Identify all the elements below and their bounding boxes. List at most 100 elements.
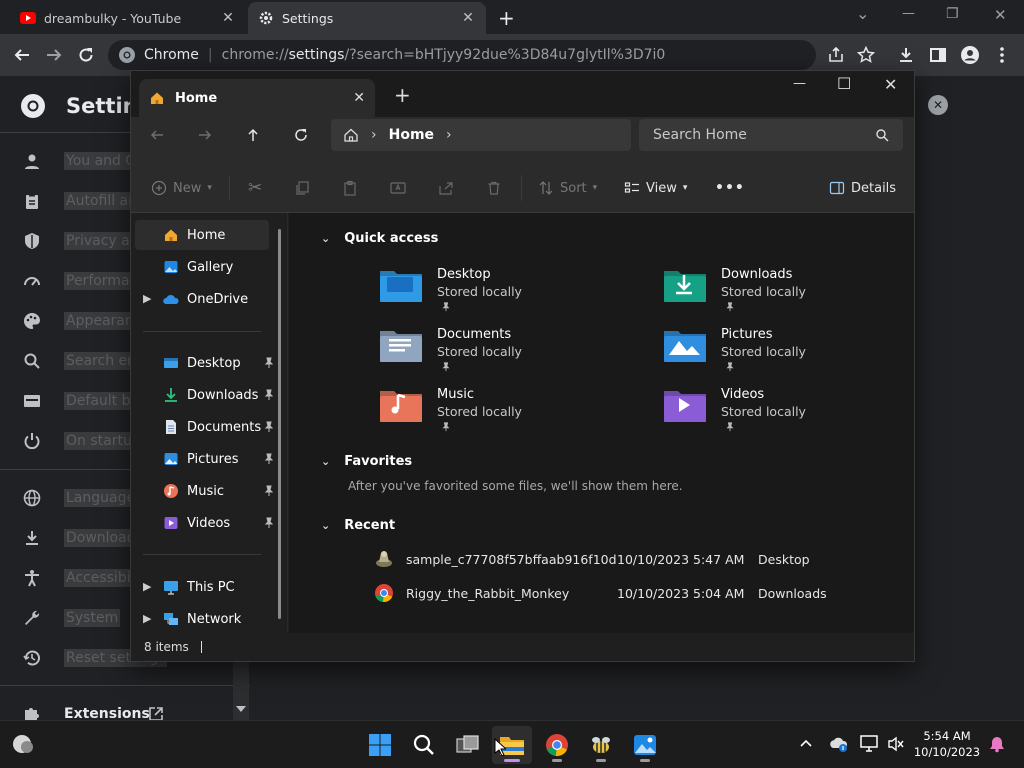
nav-item-this-pc[interactable]: ▶ This PC <box>135 572 269 602</box>
minimize-button[interactable]: — <box>793 76 806 91</box>
start-button[interactable] <box>360 726 400 764</box>
back-button[interactable] <box>8 41 36 69</box>
tab-close-button[interactable]: ✕ <box>460 10 476 26</box>
rename-button[interactable] <box>390 163 408 213</box>
search-input[interactable]: Search Home <box>639 119 903 151</box>
breadcrumb-home[interactable]: Home <box>389 127 434 143</box>
quick-access-item[interactable]: Downloads Stored locally <box>663 267 923 321</box>
desktop-folder-icon <box>380 271 422 302</box>
view-button[interactable]: View ▾ <box>624 163 687 213</box>
quick-access-item[interactable]: Videos Stored locally <box>663 387 923 441</box>
copy-button[interactable] <box>294 163 310 213</box>
list-item[interactable]: sample_c77708f57bffaab916f10d... 10/10/2… <box>374 544 844 574</box>
onedrive-tray-icon[interactable] <box>829 735 849 753</box>
tab-search-button[interactable]: ⌄ <box>856 4 869 23</box>
close-window-button[interactable]: ✕ <box>884 75 897 94</box>
rename-icon <box>390 182 406 194</box>
recent-header[interactable]: ⌄ Recent <box>321 518 395 533</box>
pin-icon[interactable] <box>263 357 275 369</box>
chevron-right-icon[interactable]: ▶ <box>143 292 151 305</box>
paste-button[interactable] <box>342 163 358 213</box>
show-hidden-icons-button[interactable] <box>799 736 813 750</box>
nav-item-documents[interactable]: Documents <box>135 412 274 442</box>
minimize-button[interactable]: — <box>902 6 915 21</box>
nav-pane-scrollbar[interactable] <box>278 229 281 619</box>
nav-item-home[interactable]: Home <box>135 220 269 250</box>
home-icon <box>165 229 177 241</box>
refresh-button[interactable] <box>293 127 309 143</box>
list-item[interactable]: Riggy_the_Rabbit_Monkey 10/10/2023 5:04 … <box>374 578 844 608</box>
reload-button[interactable] <box>72 41 100 69</box>
profile-button[interactable] <box>956 41 984 69</box>
pin-icon[interactable] <box>263 517 275 529</box>
nav-item-onedrive[interactable]: ▶ OneDrive <box>135 284 269 314</box>
nav-item-music[interactable]: Music <box>135 476 274 506</box>
address-bar[interactable]: › Home › <box>331 119 631 151</box>
shield-icon <box>0 232 64 250</box>
delete-button[interactable] <box>486 163 502 213</box>
tab-youtube[interactable]: dreambulky - YouTube ✕ <box>10 2 246 34</box>
notifications-button[interactable] <box>988 735 1006 753</box>
chrome-menu-button[interactable] <box>988 41 1016 69</box>
quick-access-item[interactable]: Music Stored locally <box>379 387 639 441</box>
close-window-button[interactable]: ✕ <box>994 6 1007 24</box>
file-explorer-window: Home ✕ + — ☐ ✕ › Home › Search Home New … <box>130 70 915 662</box>
new-tab-button[interactable]: + <box>394 83 411 107</box>
nav-item-downloads[interactable]: Downloads <box>135 380 274 410</box>
share-button[interactable] <box>822 41 850 69</box>
chevron-right-icon[interactable]: ▶ <box>143 580 151 593</box>
breadcrumb-separator[interactable]: › <box>446 127 452 143</box>
new-tab-button[interactable]: + <box>498 6 515 30</box>
folder-name: Videos <box>721 387 765 402</box>
bookmark-button[interactable] <box>852 41 880 69</box>
weather-widget[interactable] <box>10 731 36 757</box>
taskbar-photos[interactable] <box>625 726 665 764</box>
pictures-icon <box>164 453 178 465</box>
quick-access-item[interactable]: Desktop Stored locally <box>379 267 639 321</box>
explorer-tab-home[interactable]: Home ✕ <box>139 79 375 117</box>
taskbar-search-button[interactable] <box>404 726 444 764</box>
side-panel-button[interactable] <box>924 41 952 69</box>
new-button[interactable]: New ▾ <box>151 163 212 213</box>
downloads-button[interactable] <box>892 41 920 69</box>
restore-button[interactable]: ❐ <box>946 6 959 22</box>
chevron-right-icon[interactable]: ▶ <box>143 612 151 625</box>
pin-icon[interactable] <box>263 453 275 465</box>
clock[interactable]: 5:54 AM 10/10/2023 <box>912 728 982 760</box>
clock-time: 5:54 AM <box>923 729 971 743</box>
nav-item-videos[interactable]: Videos <box>135 508 274 538</box>
tab-close-button[interactable]: ✕ <box>353 90 365 106</box>
quick-access-item[interactable]: Pictures Stored locally <box>663 327 923 381</box>
favorites-header[interactable]: ⌄ Favorites <box>321 454 412 469</box>
back-button[interactable] <box>149 127 165 143</box>
network-tray-icon[interactable] <box>860 735 880 753</box>
forward-button[interactable] <box>197 127 213 143</box>
pin-icon[interactable] <box>263 389 275 401</box>
nav-item-network[interactable]: ▶ Network <box>135 604 269 634</box>
address-bar[interactable]: Chrome | chrome://settings/?search=bHTjy… <box>108 40 816 70</box>
chrome-logo-icon <box>375 584 393 603</box>
tab-close-button[interactable]: ✕ <box>220 10 236 26</box>
taskbar-chrome[interactable] <box>537 726 577 764</box>
up-button[interactable] <box>245 127 261 143</box>
taskbar-app[interactable] <box>581 726 621 764</box>
cut-button[interactable]: ✂ <box>248 163 262 213</box>
volume-tray-icon[interactable] <box>887 735 905 753</box>
tab-settings[interactable]: Settings ✕ <box>248 2 486 34</box>
maximize-button[interactable]: ☐ <box>837 74 851 93</box>
clear-search-button[interactable]: ✕ <box>928 95 948 115</box>
pin-icon[interactable] <box>263 421 275 433</box>
forward-button[interactable] <box>40 41 68 69</box>
share-button[interactable] <box>438 163 454 213</box>
quick-access-header[interactable]: ⌄ Quick access <box>321 231 438 246</box>
nav-item-desktop[interactable]: Desktop <box>135 348 274 378</box>
nav-item-gallery[interactable]: Gallery <box>135 252 269 282</box>
details-button[interactable]: Details <box>829 163 896 213</box>
sort-button[interactable]: Sort ▾ <box>538 163 597 213</box>
task-view-button[interactable] <box>448 726 488 764</box>
pin-icon[interactable] <box>263 485 275 497</box>
scroll-down-arrow-icon[interactable] <box>236 706 246 712</box>
quick-access-item[interactable]: Documents Stored locally <box>379 327 639 381</box>
see-more-button[interactable]: ••• <box>715 163 745 213</box>
nav-item-pictures[interactable]: Pictures <box>135 444 274 474</box>
